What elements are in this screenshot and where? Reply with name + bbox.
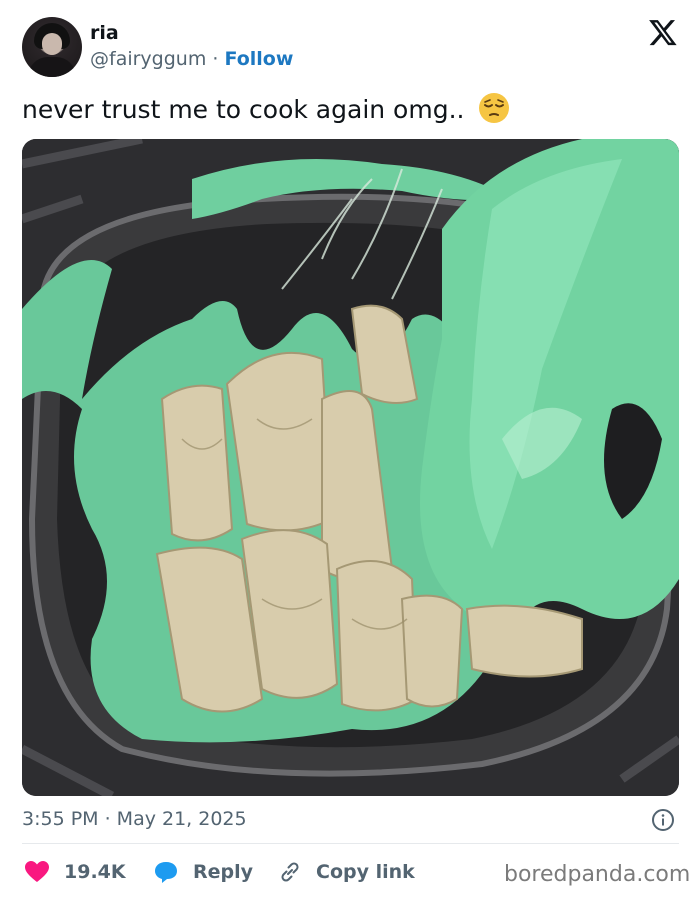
- author-name[interactable]: ria: [90, 22, 119, 44]
- tweet-card: ria @fairyggum · Follow never trust me t…: [0, 0, 700, 898]
- info-icon[interactable]: [651, 808, 675, 832]
- author-handle-row: @fairyggum · Follow: [90, 48, 293, 70]
- link-icon: [281, 862, 299, 882]
- heart-icon: [25, 861, 49, 882]
- tweet-photo[interactable]: [22, 139, 679, 796]
- copy-link-button[interactable]: Copy link: [278, 858, 415, 886]
- copy-link-label: Copy link: [316, 861, 415, 883]
- tweet-timestamp[interactable]: 3:55 PM · May 21, 2025: [22, 808, 247, 830]
- reply-bubble-icon: [155, 862, 177, 883]
- author-handle[interactable]: @fairyggum: [90, 48, 206, 70]
- follow-button[interactable]: Follow: [224, 48, 293, 70]
- watermark: boredpanda.com: [504, 862, 691, 887]
- photo-illustration: [22, 139, 679, 796]
- tweet-text: never trust me to cook again omg..: [22, 95, 465, 124]
- like-button[interactable]: 19.4K: [24, 858, 126, 886]
- avatar-body: [28, 57, 76, 77]
- tweet-text-row: never trust me to cook again omg..: [22, 92, 510, 124]
- handle-separator: ·: [212, 48, 219, 70]
- x-logo-icon[interactable]: [648, 17, 678, 47]
- divider: [22, 843, 679, 844]
- reply-button[interactable]: Reply: [153, 858, 253, 886]
- like-count: 19.4K: [64, 861, 126, 883]
- avatar-face: [42, 33, 62, 55]
- pensive-face-emoji-icon: [479, 93, 510, 123]
- reply-label: Reply: [193, 861, 254, 883]
- avatar[interactable]: [22, 17, 82, 77]
